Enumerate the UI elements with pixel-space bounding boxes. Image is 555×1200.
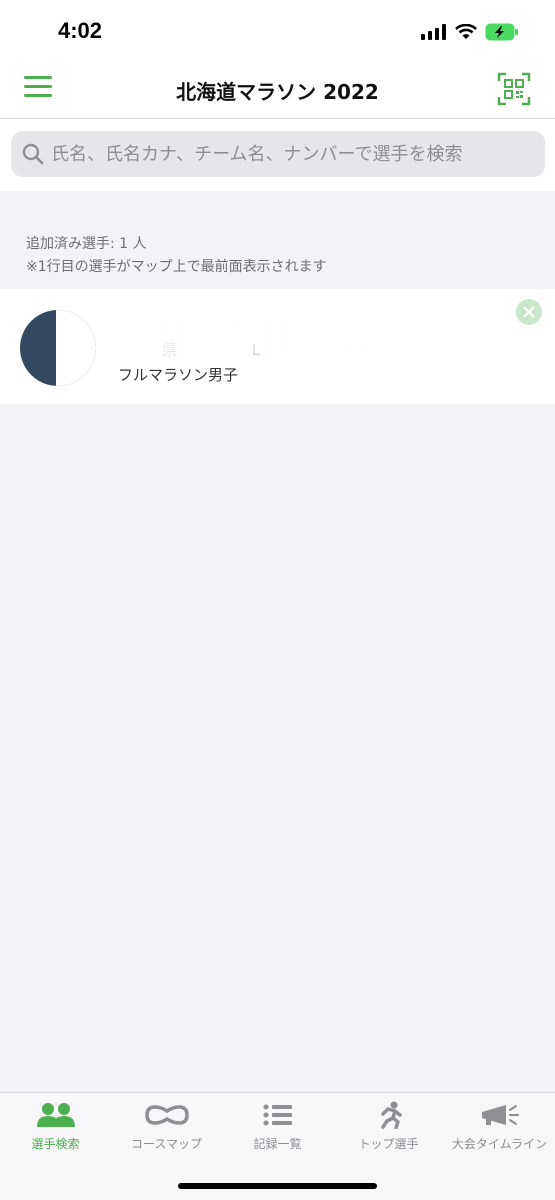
list-icon xyxy=(263,1104,292,1126)
added-runners-info: 追加済み選手: 1 人 ※1行目の選手がマップ上で最前面表示されます xyxy=(26,233,327,279)
remove-runner-button[interactable] xyxy=(516,299,542,325)
app-header: 北海道マラソン 2022 xyxy=(0,62,555,119)
tab-timeline[interactable]: 大会タイムライン xyxy=(444,1101,555,1161)
tab-label: トップ選手 xyxy=(358,1137,419,1151)
front-display-note: ※1行目の選手がマップ上で最前面表示されます xyxy=(26,259,327,275)
qr-scan-icon[interactable] xyxy=(497,72,531,106)
runner-icon xyxy=(380,1101,402,1129)
runners-icon xyxy=(36,1103,75,1127)
tab-records[interactable]: 記録一覧 xyxy=(222,1101,333,1161)
status-bar: 4:02 xyxy=(0,0,555,62)
search-icon xyxy=(22,143,44,165)
search-area xyxy=(0,119,555,191)
redaction-blur xyxy=(130,313,380,361)
tab-course-map[interactable]: コースマップ xyxy=(111,1101,222,1161)
page-title: 北海道マラソン 2022 xyxy=(176,80,379,104)
megaphone-icon xyxy=(481,1105,519,1125)
status-icons xyxy=(421,20,519,44)
search-box[interactable] xyxy=(11,131,545,177)
home-indicator xyxy=(178,1183,377,1189)
runner-race: フルマラソン男子 xyxy=(118,366,239,384)
tab-label: 選手検索 xyxy=(31,1137,80,1151)
battery-charging-icon xyxy=(485,23,518,41)
avatar xyxy=(20,310,96,386)
tab-label: 大会タイムライン xyxy=(451,1137,548,1151)
search-input[interactable] xyxy=(51,131,541,177)
tab-runner-search[interactable]: 選手検索 xyxy=(0,1101,111,1161)
runner-card[interactable]: 県 L フルマラソン男子 xyxy=(0,289,555,404)
status-time: 4:02 xyxy=(58,18,103,43)
tab-label: コースマップ xyxy=(130,1137,203,1151)
course-icon xyxy=(144,1105,189,1125)
tab-top-runners[interactable]: トップ選手 xyxy=(333,1101,444,1161)
cellular-signal-icon xyxy=(421,24,446,40)
added-count-text: 追加済み選手: 1 人 xyxy=(26,236,147,252)
wifi-icon xyxy=(455,24,477,39)
tab-label: 記録一覧 xyxy=(253,1137,302,1151)
